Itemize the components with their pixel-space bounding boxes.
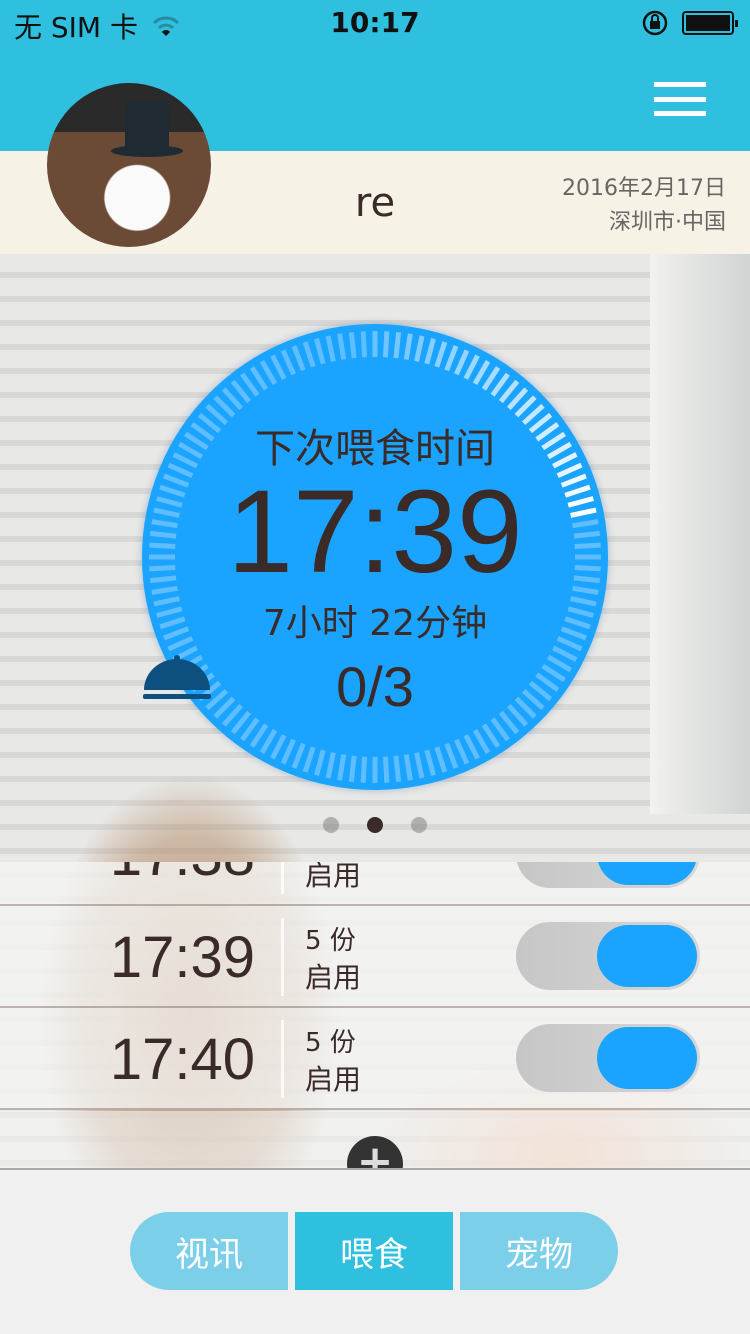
ring-tick [360,756,368,783]
schedule-row[interactable]: 17:38 启用 [0,862,750,906]
ring-tick [393,755,402,783]
date-location: 2016年2月17日 深圳市·中国 [562,172,726,240]
schedule-toggle[interactable] [516,862,700,888]
bottom-bar: 视讯 喂食 宠物 [0,1168,750,1334]
schedule-portion: 5 份 [305,926,356,956]
schedule-state: 启用 [305,1063,362,1096]
battery-icon [682,11,738,35]
ring-tick [424,338,436,365]
ring-tick [403,754,413,781]
ring-tick [325,335,336,362]
schedule-time: 17:38 [110,862,255,889]
ring-tick [249,723,269,748]
ring-tick [424,749,436,776]
time-remaining: 7小时 22分钟 [262,603,488,644]
ring-tick [348,331,357,359]
ring-tick [280,738,296,765]
ring-tick [444,742,459,769]
next-feed-time: 17:39 [227,466,523,598]
pet-avatar[interactable] [47,83,211,247]
ring-tick [393,331,402,359]
clock: 10:17 [330,6,420,39]
menu-icon[interactable] [654,82,706,116]
ring-tick [280,349,296,376]
ring-tick [348,755,357,783]
ring-tick [314,749,326,776]
ring-tick [481,366,501,391]
ring-tick [249,366,269,391]
tab-pet[interactable]: 宠物 [460,1212,618,1290]
add-area: + [0,1111,750,1170]
rotation-lock-icon [642,10,668,36]
ring-tick [382,331,390,358]
ring-tick [291,345,306,372]
ring-tick [302,341,316,368]
schedule-time: 17:40 [109,1027,255,1092]
status-bar: 无 SIM 卡 10:17 [0,0,750,44]
ring-tick [463,354,480,380]
ring-tick [270,734,287,760]
ring-tick [414,335,425,362]
page-dot[interactable] [323,817,339,833]
schedule-toggle[interactable] [516,1024,700,1092]
ring-tick [414,752,425,779]
location-label: 深圳市·中国 [609,210,726,235]
ring-tick [481,723,501,748]
feed-count-value: 0/3 [336,655,414,718]
add-schedule-button[interactable]: + [347,1136,403,1170]
ring-tick [314,338,326,365]
ring-tick [434,746,448,773]
ring-tick [360,331,368,358]
schedule-state: 启用 [305,862,362,892]
ring-tick [259,728,278,754]
ring-tick [454,349,470,376]
ring-tick [434,341,448,368]
schedule-row[interactable]: 17:40 5 份 启用 [0,1008,750,1110]
schedule-row[interactable]: 17:39 5 份 启用 [0,906,750,1008]
ring-tick [291,742,306,769]
schedule-time: 17:39 [109,925,255,990]
ring-tick [472,728,491,754]
next-feed-dial[interactable]: 下次喂食时间 17:39 7小时 22分钟 0/3 [142,324,608,790]
feed-count: 0/3 [142,654,608,719]
schedule-portion: 5 份 [305,1028,356,1058]
ring-tick [472,360,491,386]
ring-tick [337,333,347,360]
ring-tick [259,360,278,386]
tab-feeding[interactable]: 喂食 [295,1212,453,1290]
date-label: 2016年2月17日 [562,176,726,201]
page-dot[interactable] [411,817,427,833]
ring-tick [382,756,390,783]
ring-tick [325,752,336,779]
food-cloche-icon [143,655,211,699]
ring-tick [403,333,413,360]
schedule-toggle[interactable] [516,922,700,990]
page-indicator [0,817,750,833]
ring-tick [337,754,347,781]
page-dot-active[interactable] [367,817,383,833]
ring-tick [463,734,480,760]
tab-video[interactable]: 视讯 [130,1212,288,1290]
schedule-state: 启用 [305,961,362,994]
ring-tick [454,738,470,765]
ring-tick [302,746,316,773]
ring-tick [270,354,287,380]
ring-tick [444,345,459,372]
